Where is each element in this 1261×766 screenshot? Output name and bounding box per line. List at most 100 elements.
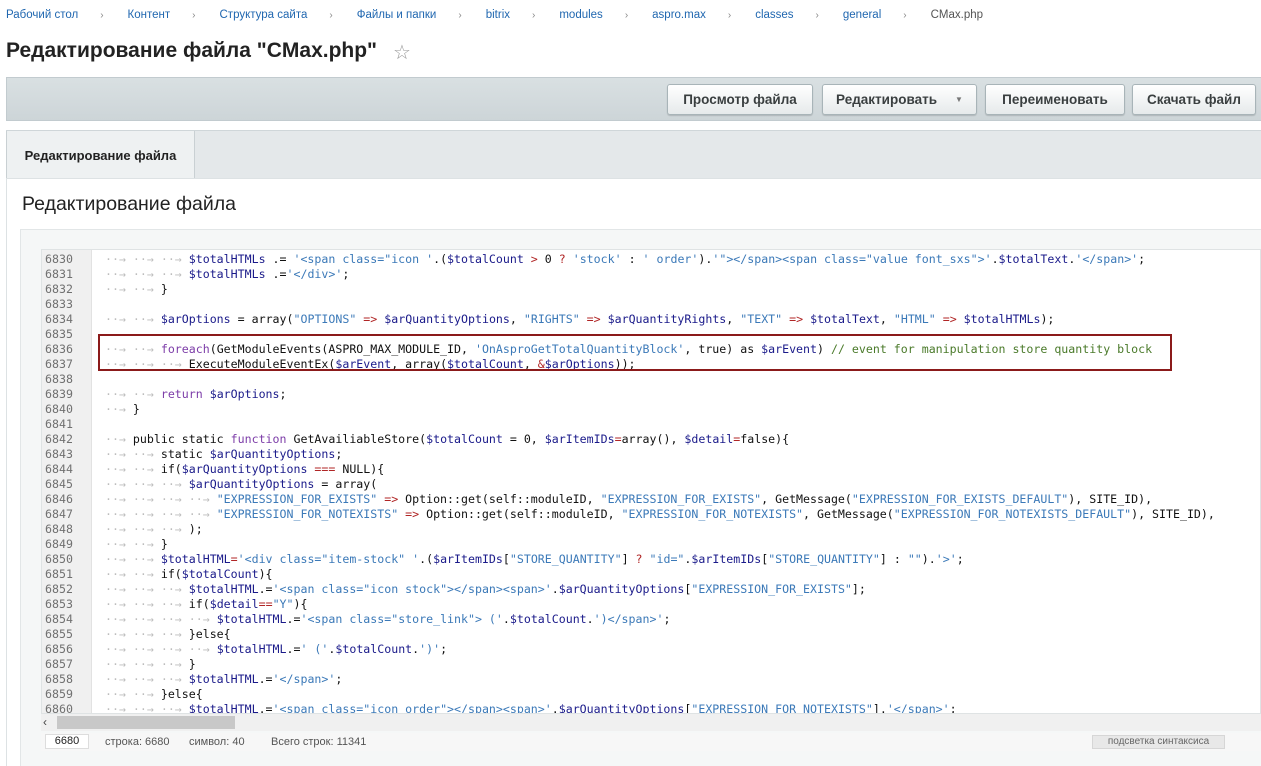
indent-marker: ··→ ··→ [105, 462, 161, 476]
code-token: '<span class="store_link"> (' [300, 612, 503, 626]
tab-edit-file[interactable]: Редактирование файла [6, 131, 195, 179]
line-number: 6848 [45, 522, 73, 536]
code-token: "STORE_QUANTITY" [768, 552, 880, 566]
code-token: ); [188, 522, 203, 536]
rename-button[interactable]: Переименовать [985, 84, 1125, 115]
code-token: array(), [621, 432, 685, 446]
code-token: $totalCount [426, 432, 503, 446]
horizontal-scrollbar[interactable]: ‹ [41, 714, 1261, 731]
scroll-left-icon[interactable]: ‹ [43, 715, 47, 729]
code-token: $arItemIDs [433, 552, 503, 566]
breadcrumb-item[interactable]: classes [755, 9, 793, 21]
syntax-highlight-toggle[interactable]: подсветка синтаксиса [1092, 735, 1225, 749]
code-editor[interactable]: 6830 ··→ ··→ ··→ $totalHTMLs .= '<span cl… [41, 249, 1261, 714]
code-token: ){ [258, 567, 273, 581]
indent-marker: ··→ ··→ ··→ [105, 597, 189, 611]
code-token: array( [335, 477, 378, 491]
code-token: '<span class="icon stock"></span><span>' [272, 582, 552, 596]
breadcrumb-item[interactable]: Рабочий стол [6, 9, 78, 21]
breadcrumb-item[interactable]: general [843, 9, 881, 21]
toolbar: Просмотр файла Редактировать ▼ Переименов… [6, 77, 1261, 121]
chevron-right-icon: › [458, 9, 462, 21]
breadcrumb-item[interactable]: Контент [128, 9, 171, 21]
indent-marker: ··→ ··→ [105, 552, 161, 566]
code-token: ; [440, 642, 448, 656]
code-token: "EXPRESSION_FOR_NOTEXISTS" [691, 702, 873, 714]
code-token: "STORE_QUANTITY" [509, 552, 622, 566]
indent-marker: ··→ ··→ ··→ ··→ [105, 507, 217, 521]
breadcrumb-item[interactable]: modules [559, 9, 602, 21]
download-label: Скачать файл [1147, 92, 1241, 107]
star-icon[interactable]: ☆ [393, 40, 411, 65]
scrollbar-thumb[interactable] [57, 716, 235, 729]
tabs-area: Редактирование файла [6, 130, 1261, 179]
code-token: => [782, 312, 811, 326]
code-token: "OPTIONS" [293, 312, 357, 326]
code-token: $totalHTMLs [188, 252, 266, 266]
section-title: Редактирование файла [22, 193, 236, 215]
code-token: === [307, 462, 343, 476]
code-text: ··→ ··→ ··→ ); [105, 522, 203, 537]
code-token: $arQuantityOptions [558, 702, 685, 714]
code-token: == [258, 597, 273, 611]
breadcrumb: Рабочий стол › Контент › Структура сайта › Фай… [6, 7, 983, 23]
code-token: GetAvailiableStore( [293, 432, 427, 446]
code-token: ')' [419, 642, 441, 656]
code-token: ]; [851, 582, 866, 596]
chevron-right-icon: › [532, 9, 536, 21]
highlight-annotation [98, 334, 1172, 371]
breadcrumb-item[interactable]: aspro.max [652, 9, 706, 21]
code-token: ). [698, 252, 713, 266]
current-line-field[interactable]: 6680 [45, 734, 89, 749]
edit-dropdown-button[interactable]: Редактировать ▼ [822, 84, 977, 115]
code-token: array( [251, 312, 294, 326]
line-number: 6859 [45, 687, 73, 701]
indent-marker: ··→ ··→ ··→ [105, 477, 189, 491]
code-token: "EXPRESSION_FOR_NOTEXISTS_DEFAULT" [893, 507, 1132, 521]
code-token: "EXPRESSION_FOR_EXISTS_DEFAULT" [851, 492, 1069, 506]
code-text: ··→ ··→ ··→ $totalHTMLs .= '<span class=… [105, 252, 1145, 267]
code-token: "id=" [649, 552, 685, 566]
indent-marker: ··→ ··→ [105, 282, 161, 296]
indent-marker: ··→ ··→ ··→ ··→ [105, 492, 217, 506]
indent-marker: ··→ [105, 402, 133, 416]
code-token: . [502, 612, 510, 626]
code-token: "EXPRESSION_FOR_EXISTS" [600, 492, 762, 506]
code-token: } [188, 657, 196, 671]
download-button[interactable]: Скачать файл [1132, 84, 1256, 115]
code-token: "HTML" [893, 312, 936, 326]
code-token: $totalHTML [188, 582, 259, 596]
code-token: $totalHTML [160, 552, 231, 566]
status-bar: 6680 строка: 6680 символ: 40 Всего строк… [41, 733, 1261, 751]
indent-marker: ··→ ··→ ··→ [105, 252, 189, 266]
line-number: 6858 [45, 672, 73, 686]
code-text: ··→ public static function GetAvailiable… [105, 432, 789, 447]
code-token: if( [160, 567, 182, 581]
code-token: . [551, 582, 559, 596]
code-token: $totalHTMLs [188, 267, 266, 281]
code-token: ; [342, 267, 350, 281]
line-number: 6830 [45, 252, 73, 266]
code-token: , GetMessage( [761, 492, 852, 506]
line-number: 6833 [45, 297, 73, 311]
indent-marker: ··→ ··→ ··→ [105, 522, 189, 536]
code-token: ), SITE_ID), [1068, 492, 1153, 506]
code-text: ··→ ··→ ··→ $arQuantityOptions = array( [105, 477, 377, 492]
caret-down-icon: ▼ [955, 95, 963, 104]
code-token: > [523, 252, 545, 266]
code-text: ··→ ··→ } [105, 537, 168, 552]
code-token: '</span>' [272, 672, 336, 686]
code-token: [ [502, 552, 510, 566]
breadcrumb-item[interactable]: Структура сайта [220, 9, 308, 21]
breadcrumb-item[interactable]: Файлы и папки [357, 9, 437, 21]
code-token: $arOptions [209, 387, 280, 401]
code-text: ··→ ··→ ··→ ··→ $totalHTML.=' ('.$totalC… [105, 642, 447, 657]
view-file-label: Просмотр файла [683, 92, 797, 107]
breadcrumb-item[interactable]: bitrix [486, 9, 510, 21]
line-number: 6836 [45, 342, 73, 356]
code-token: $totalCount [181, 567, 259, 581]
code-token: ')</span>' [593, 612, 664, 626]
view-file-button[interactable]: Просмотр файла [667, 84, 813, 115]
code-token: $totalHTMLs [963, 312, 1041, 326]
indent-marker: ··→ ··→ [105, 312, 161, 326]
